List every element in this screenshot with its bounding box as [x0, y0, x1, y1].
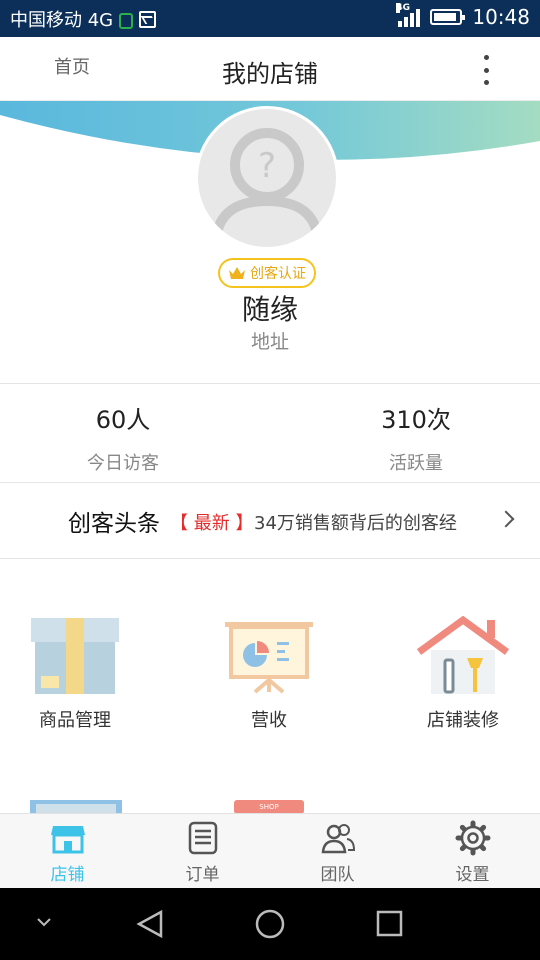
address: 地址 [250, 331, 289, 353]
stat-label: 活跃量 [389, 453, 443, 474]
stat-value: 60人 [95, 406, 151, 434]
maker-certified-badge: 创客认证 [218, 258, 316, 288]
divider [0, 383, 540, 384]
grid-item-label: 店铺装修 [427, 710, 499, 731]
maker-headline-bar[interactable]: 创客头条 【 最新 】 34万销售额背后的创客经 [0, 484, 540, 558]
tab-store[interactable]: 店铺 [0, 814, 135, 889]
partial-grid-icon-shop: SHOP [234, 798, 304, 814]
headline-tag: 【 最新 】 [170, 513, 254, 534]
battery-icon [430, 9, 466, 25]
stat-visitors[interactable]: 60人 今日访客 [3, 400, 243, 475]
page-title: 我的店铺 [222, 60, 318, 88]
presentation-board-icon [223, 616, 315, 694]
grid-item-revenue[interactable]: 营收 [194, 616, 344, 732]
badge-label: 创客认证 [250, 266, 306, 282]
recent-apps-icon[interactable] [376, 910, 403, 937]
network-type-label: 4G [396, 3, 411, 13]
tab-label: 店铺 [50, 865, 85, 885]
hide-keyboard-icon[interactable] [37, 918, 51, 927]
bottom-tab-bar: 店铺 订单 团队 设置 [0, 813, 540, 888]
home-icon[interactable] [255, 909, 285, 939]
partial-grid-icon-1 [30, 798, 122, 814]
default-avatar-icon: ? [211, 128, 323, 240]
grid-item-label: 商品管理 [39, 710, 111, 731]
grid-item-product-management[interactable]: 商品管理 [0, 616, 150, 732]
tab-settings[interactable]: 设置 [405, 814, 540, 889]
store-icon [50, 820, 86, 856]
more-options-icon[interactable] [478, 55, 494, 85]
username: 随缘 [241, 293, 298, 326]
carrier-label: 中国移动 4G [10, 10, 114, 31]
tab-team[interactable]: 团队 [270, 814, 405, 889]
order-list-icon [185, 820, 221, 856]
chevron-right-icon [497, 510, 515, 528]
tab-orders[interactable]: 订单 [135, 814, 270, 889]
tab-label: 团队 [320, 865, 355, 885]
tab-label: 设置 [455, 865, 490, 885]
avatar[interactable]: ? [195, 106, 339, 250]
stat-value: 310次 [381, 406, 451, 434]
vpn-lock-icon [119, 13, 134, 29]
team-icon [320, 820, 356, 856]
tab-label: 订单 [185, 865, 220, 885]
system-navigation-bar [0, 888, 540, 960]
status-bar: 中国移动 4G 4G 10:48 [0, 0, 540, 37]
crown-icon [229, 267, 245, 279]
title-bar: 首页 我的店铺 [0, 37, 540, 101]
signal-strength-icon: 4G [396, 3, 421, 27]
shop-sign-label: SHOP [259, 803, 278, 811]
stat-activity[interactable]: 310次 活跃量 [296, 400, 536, 475]
grid-item-label: 营收 [251, 710, 287, 731]
box-icon [29, 616, 121, 694]
headline-text: 34万销售额背后的创客经 [254, 513, 457, 534]
clock: 10:48 [472, 5, 530, 29]
headline-title: 创客头条 [68, 511, 160, 537]
stat-label: 今日访客 [87, 453, 159, 474]
divider [0, 482, 540, 483]
image-notification-icon [139, 10, 157, 28]
divider [0, 558, 540, 559]
avatar-question-mark: ? [258, 146, 276, 186]
back-icon[interactable] [136, 909, 163, 939]
house-tools-icon [416, 615, 510, 694]
gear-icon [455, 820, 491, 856]
grid-item-store-decoration[interactable]: 店铺装修 [388, 615, 538, 732]
